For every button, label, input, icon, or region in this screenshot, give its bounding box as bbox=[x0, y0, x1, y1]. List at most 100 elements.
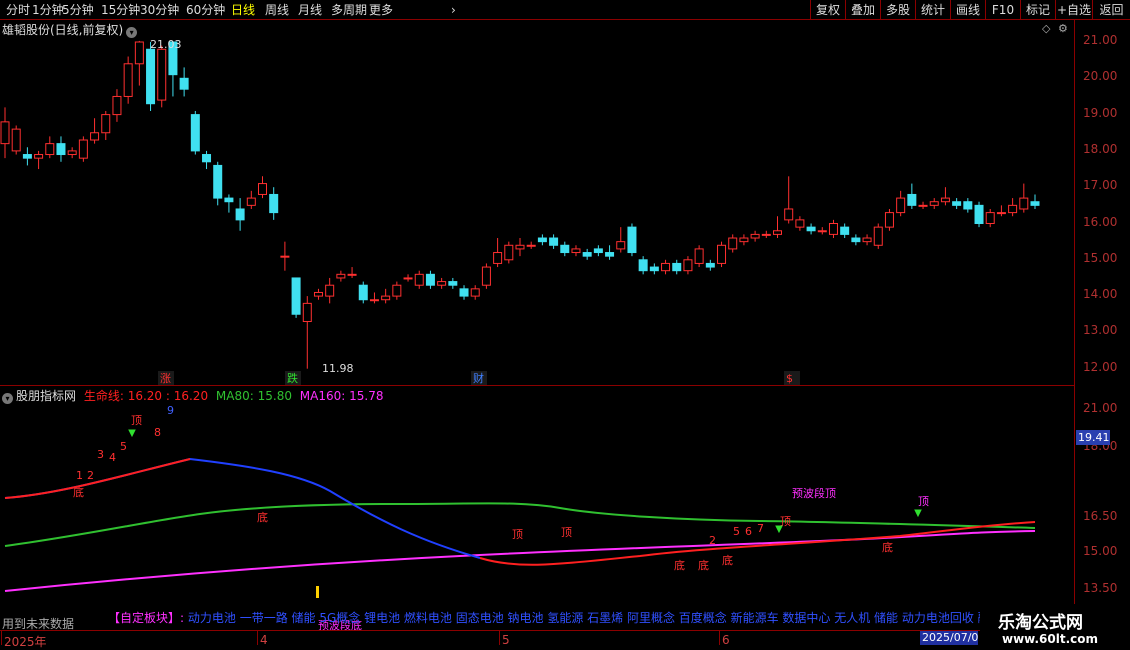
candle[interactable] bbox=[963, 198, 973, 213]
candle[interactable] bbox=[1030, 194, 1040, 209]
candle[interactable] bbox=[56, 136, 66, 162]
candle[interactable] bbox=[828, 219, 838, 239]
toolbar-button-7[interactable]: +自选 bbox=[1055, 0, 1092, 20]
candle[interactable] bbox=[347, 267, 357, 278]
candle[interactable] bbox=[78, 136, 88, 162]
candle[interactable] bbox=[123, 56, 133, 104]
candle[interactable] bbox=[582, 248, 592, 260]
candle[interactable] bbox=[840, 223, 850, 239]
candle[interactable] bbox=[694, 245, 704, 268]
candle[interactable] bbox=[773, 216, 782, 239]
candle[interactable] bbox=[403, 274, 413, 282]
candle[interactable] bbox=[302, 296, 312, 369]
candle[interactable] bbox=[504, 241, 514, 264]
candle[interactable] bbox=[884, 208, 894, 231]
toolbar-button-8[interactable]: 返回 bbox=[1092, 0, 1130, 20]
period-tab-7[interactable]: 周线 bbox=[265, 2, 289, 18]
candle[interactable] bbox=[493, 238, 503, 268]
candle[interactable] bbox=[605, 245, 615, 260]
toolbar-button-1[interactable]: 叠加 bbox=[845, 0, 880, 20]
candle[interactable] bbox=[67, 147, 77, 159]
candle[interactable] bbox=[358, 281, 368, 304]
candle[interactable] bbox=[459, 285, 469, 300]
candle[interactable] bbox=[616, 227, 626, 253]
candle[interactable] bbox=[269, 187, 279, 220]
candle[interactable] bbox=[179, 67, 189, 97]
candle[interactable] bbox=[157, 45, 167, 108]
candle[interactable] bbox=[101, 110, 111, 141]
candle[interactable] bbox=[571, 245, 581, 257]
candle[interactable] bbox=[784, 176, 794, 224]
candle[interactable] bbox=[515, 238, 525, 257]
candle[interactable] bbox=[985, 208, 995, 228]
candle[interactable] bbox=[190, 110, 200, 155]
period-tab-5[interactable]: 60分钟 bbox=[186, 2, 225, 18]
candle[interactable] bbox=[649, 263, 659, 275]
candle[interactable] bbox=[470, 285, 480, 300]
toolbar-button-2[interactable]: 多股 bbox=[880, 0, 915, 20]
candle[interactable] bbox=[336, 270, 346, 282]
candle[interactable] bbox=[1008, 198, 1018, 217]
toolbar-button-4[interactable]: 画线 bbox=[950, 0, 985, 20]
candle[interactable] bbox=[761, 230, 771, 239]
indicator-chart[interactable]: 顶底1 23 4589底顶 顶底底底5 6 72顶底顶预波段顶预波段底 bbox=[0, 386, 1074, 630]
candle[interactable] bbox=[437, 277, 447, 289]
candle[interactable] bbox=[661, 259, 671, 275]
candle[interactable] bbox=[1019, 183, 1029, 213]
chevron-right-icon[interactable]: › bbox=[451, 2, 456, 18]
candle[interactable] bbox=[45, 136, 55, 159]
period-tab-0[interactable]: 分时 bbox=[6, 2, 30, 18]
candle[interactable] bbox=[817, 227, 827, 235]
candle[interactable] bbox=[952, 198, 962, 209]
candle[interactable] bbox=[11, 125, 21, 155]
candle[interactable] bbox=[806, 223, 816, 235]
candle[interactable] bbox=[672, 259, 682, 275]
candle[interactable] bbox=[112, 89, 122, 122]
candle[interactable] bbox=[146, 42, 156, 111]
candle[interactable] bbox=[224, 194, 234, 213]
candle[interactable] bbox=[907, 183, 917, 209]
candle[interactable] bbox=[425, 270, 435, 289]
period-tab-9[interactable]: 多周期 bbox=[331, 2, 367, 18]
indicator-pane[interactable]: ▾ 股朋指标网 生命线: 16.20 : 16.20 MA80: 15.80 MA… bbox=[0, 386, 1074, 630]
candle[interactable] bbox=[896, 190, 906, 217]
candle[interactable] bbox=[414, 270, 424, 289]
candle[interactable] bbox=[593, 245, 603, 257]
candle[interactable] bbox=[929, 198, 939, 209]
candle[interactable] bbox=[873, 223, 883, 249]
candle[interactable] bbox=[246, 190, 256, 209]
candle[interactable] bbox=[235, 198, 245, 231]
candle[interactable] bbox=[22, 147, 32, 166]
candle[interactable] bbox=[526, 241, 536, 249]
custom-block-list[interactable]: 【自定板块】: 动力电池 一带一路 储能 5G概念 锂电池 燃料电池 固态电池 … bbox=[108, 609, 1074, 631]
period-tab-3[interactable]: 15分钟 bbox=[101, 2, 140, 18]
period-tab-10[interactable]: 更多 bbox=[369, 2, 393, 18]
period-tab-1[interactable]: 1分钟 bbox=[32, 2, 64, 18]
candle[interactable] bbox=[325, 277, 335, 304]
candle[interactable] bbox=[381, 288, 391, 304]
candle[interactable] bbox=[90, 118, 100, 144]
candle[interactable] bbox=[739, 234, 749, 246]
candle[interactable] bbox=[560, 241, 570, 257]
period-tab-6[interactable]: 日线 bbox=[231, 2, 255, 18]
candle[interactable] bbox=[34, 150, 44, 170]
period-tab-4[interactable]: 30分钟 bbox=[140, 2, 179, 18]
candle[interactable] bbox=[537, 234, 547, 246]
candle[interactable] bbox=[213, 161, 223, 206]
candle[interactable] bbox=[683, 256, 693, 275]
candle[interactable] bbox=[0, 107, 10, 159]
candle[interactable] bbox=[638, 256, 648, 275]
candle[interactable] bbox=[728, 234, 738, 253]
candle[interactable] bbox=[369, 292, 379, 304]
period-tab-2[interactable]: 5分钟 bbox=[62, 2, 94, 18]
candle[interactable] bbox=[918, 201, 928, 209]
candle[interactable] bbox=[280, 241, 290, 271]
candle[interactable] bbox=[940, 187, 950, 206]
candle[interactable] bbox=[313, 288, 323, 300]
price-pane[interactable]: 雄韬股份(日线,前复权) ▾ ◇ ⚙ 21.03 11.98 涨跌财 $ bbox=[0, 20, 1074, 385]
candlestick-chart[interactable]: 21.03 11.98 涨 跌 财 $ bbox=[0, 20, 1074, 385]
candle[interactable] bbox=[134, 40, 144, 86]
candle[interactable] bbox=[549, 234, 559, 249]
candle[interactable] bbox=[750, 230, 760, 242]
candle[interactable] bbox=[862, 234, 872, 246]
